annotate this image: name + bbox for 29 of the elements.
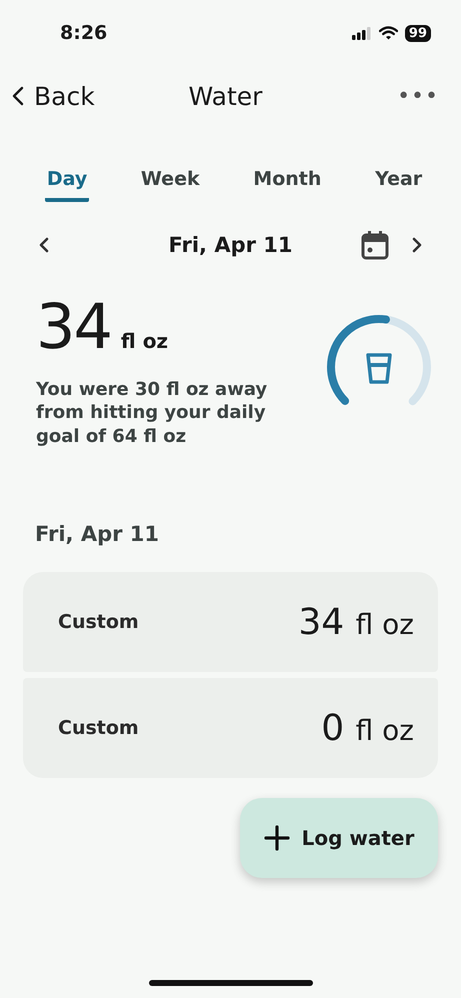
screen-title: Water <box>188 82 262 110</box>
glass-icon <box>366 353 392 384</box>
chevron-right-icon <box>411 236 423 254</box>
entry-card[interactable]: Custom 0 fl oz <box>23 678 438 778</box>
entry-label: Custom <box>58 611 139 634</box>
wifi-icon <box>378 26 398 40</box>
period-tab[interactable]: Year <box>373 162 424 202</box>
entry-amount: 0 fl oz <box>321 708 414 749</box>
entry-amount: 34 fl oz <box>298 602 414 643</box>
calendar-icon <box>361 230 389 260</box>
amount-unit: fl oz <box>120 329 168 353</box>
current-date: Fri, Apr 11 <box>167 233 294 257</box>
signal-icon <box>352 26 372 40</box>
plus-icon <box>264 825 290 852</box>
goal-message: You were 30 fl oz away from hitting your daily goal of 64 fl oz <box>36 378 268 448</box>
more-button[interactable]: ••• <box>397 84 439 108</box>
total-amount: 34 <box>36 296 111 358</box>
chevron-left-icon <box>38 236 50 254</box>
status-time: 8:26 <box>60 22 108 44</box>
period-tab[interactable]: Month <box>251 162 324 202</box>
battery-level: 99 <box>404 24 431 42</box>
entry-card[interactable]: Custom 34 fl oz <box>23 572 438 672</box>
log-water-button[interactable]: Log water <box>240 798 438 878</box>
period-tab[interactable]: Week <box>138 162 202 202</box>
back-button[interactable]: Back <box>12 82 95 110</box>
chevron-left-icon <box>12 86 24 106</box>
period-tab[interactable]: Day <box>44 162 90 202</box>
entry-label: Custom <box>58 717 139 740</box>
section-date: Fri, Apr 11 <box>34 521 160 546</box>
